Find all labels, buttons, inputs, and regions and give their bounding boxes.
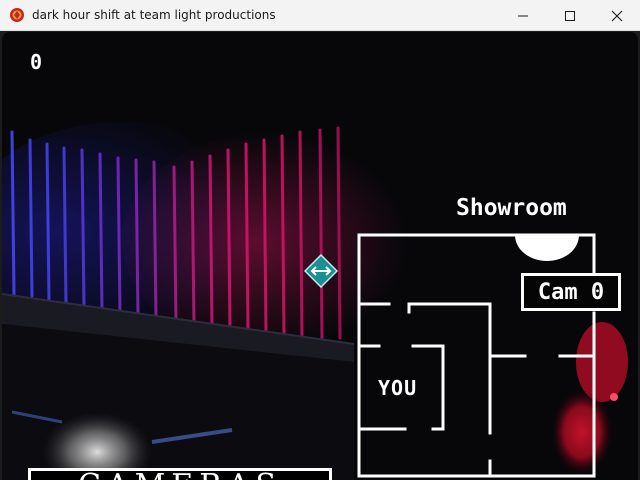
game-app-icon <box>9 7 25 23</box>
close-button[interactable] <box>593 0 640 31</box>
maximize-icon <box>564 10 575 21</box>
camera-id-label[interactable]: Cam 0 <box>521 273 621 311</box>
window-titlebar: dark hour shift at team light production… <box>0 0 640 31</box>
swap-arrows-icon[interactable] <box>303 253 339 289</box>
window-controls <box>499 0 640 31</box>
cameras-button-label: CAMERAS <box>78 471 282 480</box>
minimize-button[interactable] <box>499 0 546 31</box>
game-viewport[interactable]: 0 Showroom Cam 0 YOU <box>2 32 638 480</box>
player-location-label: YOU <box>378 376 418 400</box>
swap-arrows-icon-graphic <box>303 253 339 289</box>
building-map <box>357 233 596 478</box>
close-icon <box>611 10 622 21</box>
night-counter: 0 <box>30 50 44 74</box>
camera-room-name: Showroom <box>456 195 567 221</box>
window-title: dark hour shift at team light production… <box>32 8 276 22</box>
maximize-button[interactable] <box>546 0 593 31</box>
cameras-toggle-button[interactable]: CAMERAS <box>28 468 332 480</box>
minimize-icon <box>517 15 528 16</box>
